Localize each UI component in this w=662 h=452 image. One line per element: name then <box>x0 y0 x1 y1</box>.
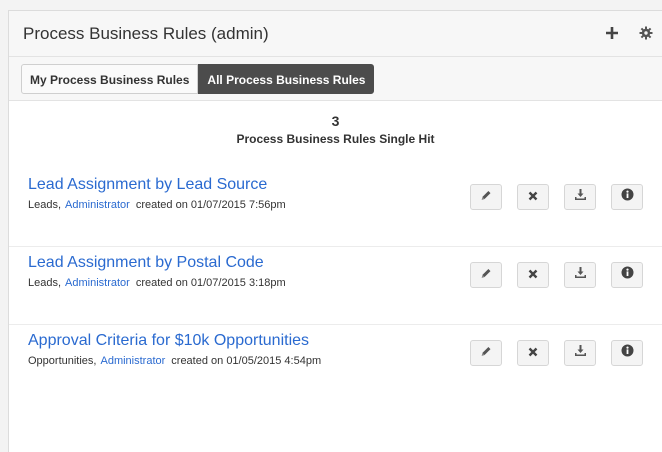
edit-button[interactable] <box>470 184 502 210</box>
delete-button[interactable] <box>517 262 549 288</box>
info-button[interactable] <box>611 184 643 210</box>
info-icon <box>621 188 634 206</box>
times-icon <box>528 344 538 362</box>
summary-count: 3 <box>331 113 340 129</box>
delete-button[interactable] <box>517 184 549 210</box>
rule-owner-link[interactable]: Administrator <box>100 355 165 367</box>
download-icon <box>574 344 587 362</box>
times-icon <box>528 266 538 284</box>
pencil-icon <box>480 266 492 284</box>
panel-header: Process Business Rules (admin) <box>9 11 662 57</box>
process-business-rules-panel: Process Business Rules (admin) My Proces… <box>8 10 662 452</box>
rule-title-link[interactable]: Lead Assignment by Postal Code <box>28 254 264 272</box>
download-button[interactable] <box>564 262 596 288</box>
info-button[interactable] <box>611 262 643 288</box>
list-item: Approval Criteria for $10k Opportunities… <box>9 325 662 403</box>
summary: 3 Process Business Rules Single Hit <box>9 101 662 169</box>
edit-button[interactable] <box>470 340 502 366</box>
edit-button[interactable] <box>470 262 502 288</box>
delete-button[interactable] <box>517 340 549 366</box>
download-button[interactable] <box>564 184 596 210</box>
info-button[interactable] <box>611 340 643 366</box>
info-icon <box>621 344 634 362</box>
times-icon <box>528 188 538 206</box>
rule-object: Opportunities, <box>28 355 97 367</box>
rule-actions <box>470 262 643 288</box>
download-button[interactable] <box>564 340 596 366</box>
rule-created: created on 01/05/2015 4:54pm <box>171 355 322 367</box>
rule-actions <box>470 340 643 366</box>
list-item: Lead Assignment by Lead Source Leads, Adm… <box>9 169 662 247</box>
rule-title-link[interactable]: Approval Criteria for $10k Opportunities <box>28 332 309 350</box>
panel-title: Process Business Rules (admin) <box>23 23 269 43</box>
rule-created: created on 01/07/2015 7:56pm <box>135 199 286 211</box>
list-item: Lead Assignment by Postal Code Leads, Adm… <box>9 247 662 325</box>
info-icon <box>621 266 634 284</box>
rules-list: Lead Assignment by Lead Source Leads, Adm… <box>9 169 662 403</box>
pencil-icon <box>480 344 492 362</box>
rule-object: Leads, <box>28 199 62 211</box>
plus-icon[interactable] <box>604 24 620 42</box>
rule-owner-link[interactable]: Administrator <box>65 199 130 211</box>
summary-label: Process Business Rules Single Hit <box>236 132 435 146</box>
pencil-icon <box>480 188 492 206</box>
download-icon <box>574 188 587 206</box>
download-icon <box>574 266 587 284</box>
rule-actions <box>470 184 643 210</box>
tabs-bar: My Process Business Rules All Process Bu… <box>9 57 662 101</box>
header-actions <box>604 24 654 42</box>
rule-title-link[interactable]: Lead Assignment by Lead Source <box>28 176 267 194</box>
rule-created: created on 01/07/2015 3:18pm <box>135 277 286 289</box>
tab-my-process-business-rules[interactable]: My Process Business Rules <box>21 63 199 94</box>
rule-owner-link[interactable]: Administrator <box>65 277 130 289</box>
tab-all-process-business-rules[interactable]: All Process Business Rules <box>198 63 375 94</box>
gear-icon[interactable] <box>638 24 654 42</box>
rule-object: Leads, <box>28 277 62 289</box>
